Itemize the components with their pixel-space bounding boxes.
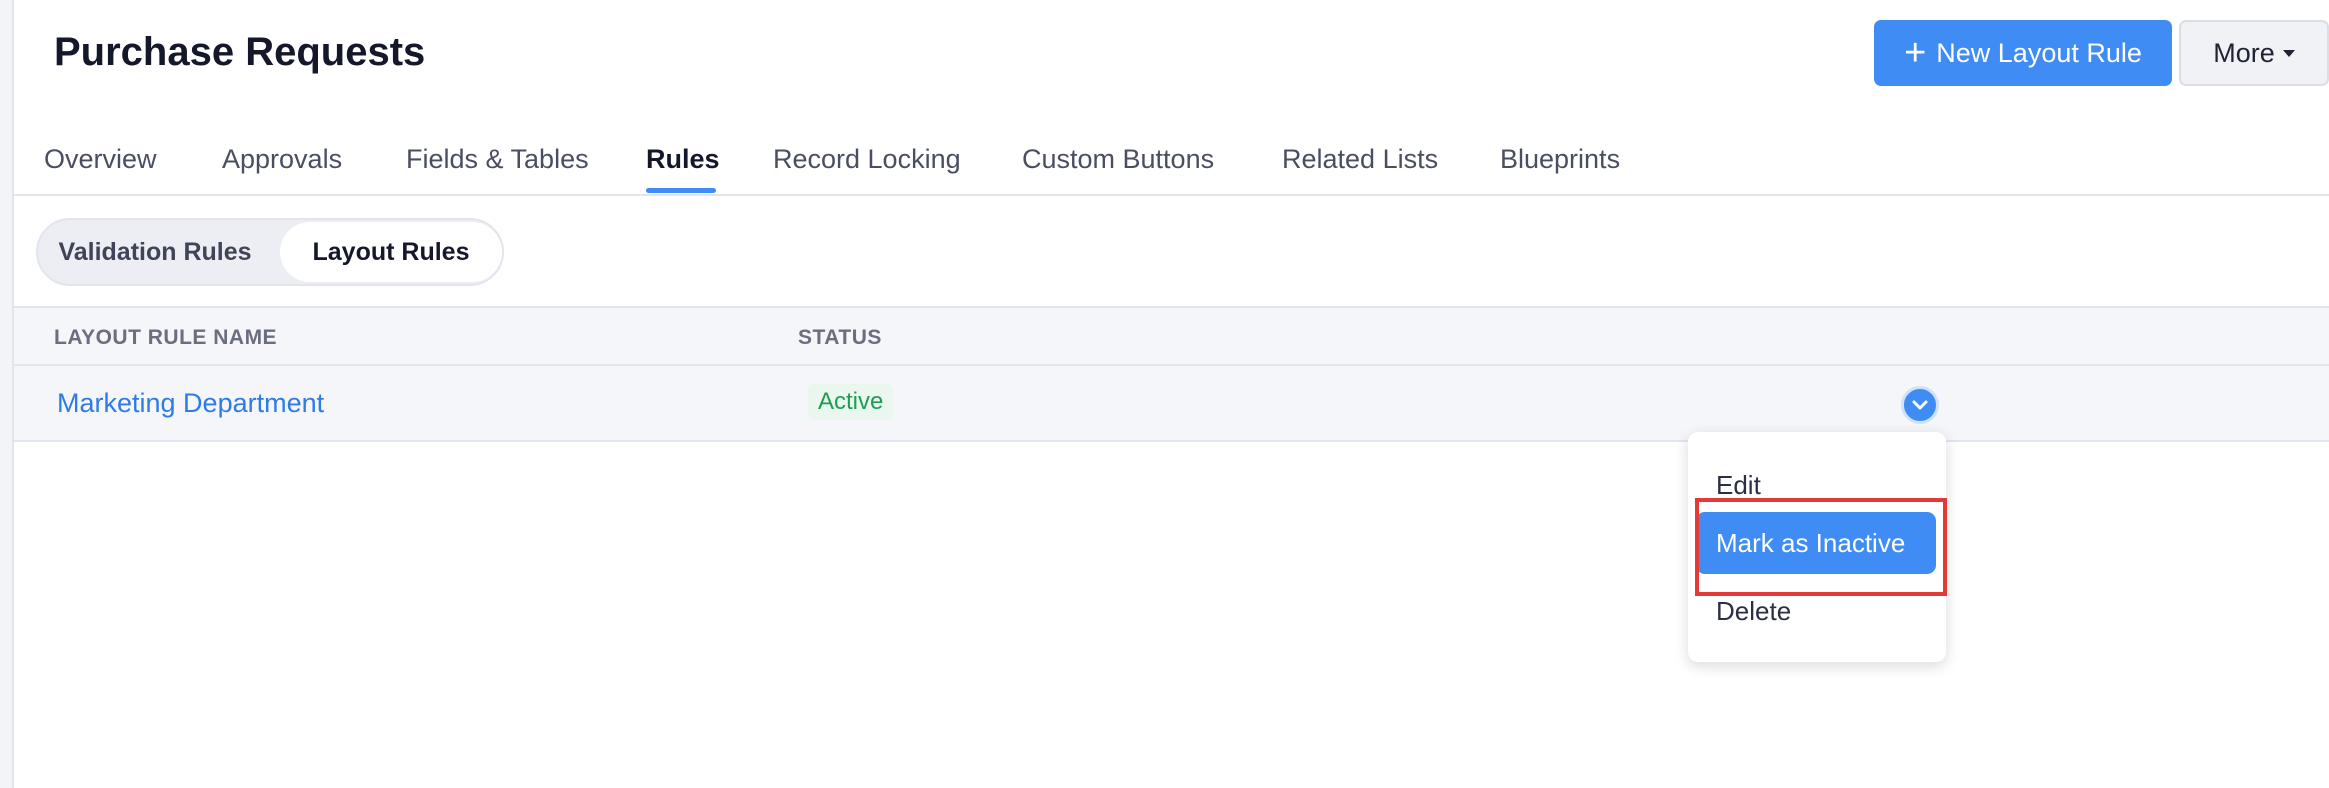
chevron-down-icon (1912, 400, 1928, 410)
tab-related-lists[interactable]: Related Lists (1282, 144, 1438, 175)
layout-rules-option[interactable]: Layout Rules (280, 222, 502, 282)
tab-blueprints[interactable]: Blueprints (1500, 144, 1620, 175)
tab-overview[interactable]: Overview (44, 144, 157, 175)
row-actions-toggle[interactable] (1901, 386, 1939, 424)
menu-item-delete[interactable]: Delete (1688, 580, 1946, 642)
caret-down-icon (2282, 49, 2295, 57)
menu-item-mark-inactive[interactable]: Mark as Inactive (1696, 512, 1936, 574)
validation-rules-option[interactable]: Validation Rules (38, 220, 272, 284)
tab-approvals[interactable]: Approvals (222, 144, 342, 175)
status-badge: Active (808, 384, 894, 420)
column-header-name: LAYOUT RULE NAME (54, 326, 278, 349)
rule-name-link[interactable]: Marketing Department (57, 388, 324, 419)
active-tab-indicator (646, 188, 716, 193)
tab-rules[interactable]: Rules (646, 144, 720, 175)
table-header: LAYOUT RULE NAME STATUS (14, 306, 2329, 366)
row-actions-menu: Edit Mark as Inactive Delete (1688, 432, 1946, 662)
main-panel: Purchase Requests + New Layout Rule More… (12, 0, 2329, 788)
tab-bar: Overview Approvals Fields & Tables Rules… (14, 130, 2329, 196)
new-layout-rule-button[interactable]: + New Layout Rule (1874, 20, 2172, 86)
tab-record-locking[interactable]: Record Locking (773, 144, 961, 175)
new-layout-rule-label: New Layout Rule (1936, 37, 2142, 68)
more-label: More (2213, 37, 2275, 68)
rule-type-switcher: Validation Rules Layout Rules (36, 218, 504, 286)
page-title: Purchase Requests (54, 30, 426, 74)
table-row: Marketing Department Active (14, 366, 2329, 442)
tab-fields-tables[interactable]: Fields & Tables (406, 144, 589, 175)
column-header-status: STATUS (798, 326, 882, 349)
more-button[interactable]: More (2179, 20, 2329, 86)
plus-icon: + (1904, 32, 1927, 74)
tab-custom-buttons[interactable]: Custom Buttons (1022, 144, 1214, 175)
menu-item-edit[interactable]: Edit (1688, 454, 1946, 516)
